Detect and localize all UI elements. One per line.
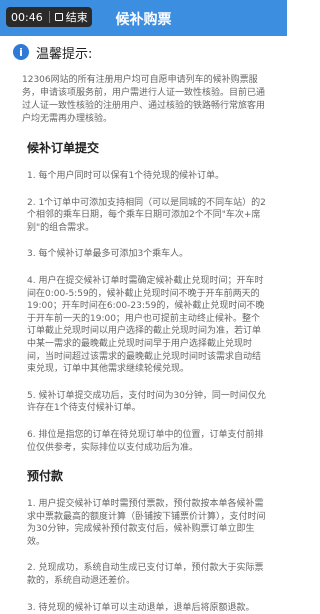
section-title-order-submit: 候补订单提交	[27, 141, 100, 155]
notice-title: 温馨提示:	[36, 46, 93, 62]
list-item: 6. 排位是指您的订单在待兑现订单中的位置，订单支付前排位仅供参考，实际排位以支…	[27, 429, 264, 453]
info-icon: i	[13, 44, 29, 60]
page-title: 候补购票	[115, 12, 172, 28]
notice-content: i 温馨提示: 12306网站的所有注册用户均可自愿申请列车的候补购票服务，申请…	[0, 36, 287, 614]
notice-intro: 12306网站的所有注册用户均可自愿申请列车的候补购票服务，申请该项服务前，用户…	[22, 75, 266, 124]
list-item: 2. 1个订单中可添加支持相同（可以是同城的不同车站）的2个相邻的乘车日期，每个…	[27, 197, 266, 233]
list-item: 5. 候补订单提交成功后，支付时间为30分钟，同一时间仅允许存在1个待支付候补订…	[27, 390, 266, 414]
list-item: 4. 用户在提交候补订单时需确定候补截止兑现时间；开车时间在0:00-5:59的…	[27, 275, 265, 375]
list-item: 1. 每个用户同时可以保有1个待兑现的候补订单。	[27, 171, 225, 181]
list-item: 2. 兑现成功，系统自动生成已支付订单，预付款大于实际票款的，系统自动退还差价。	[27, 563, 264, 587]
notice-header: i 温馨提示:	[0, 36, 287, 68]
list-item: 1. 用户提交候补订单时需预付票款，预付款按本单各候补需求中票款最高的额度计算（…	[27, 499, 266, 547]
list-item: 3. 待兑现的候补订单可以主动退单，退单后将原额退款。	[27, 602, 255, 613]
app-header: 00:46 结束 候补购票	[0, 0, 287, 36]
section-title-prepayment: 预付款	[27, 469, 64, 484]
list-item: 3. 每个候补订单最多可添加3个乘车人。	[27, 249, 189, 260]
